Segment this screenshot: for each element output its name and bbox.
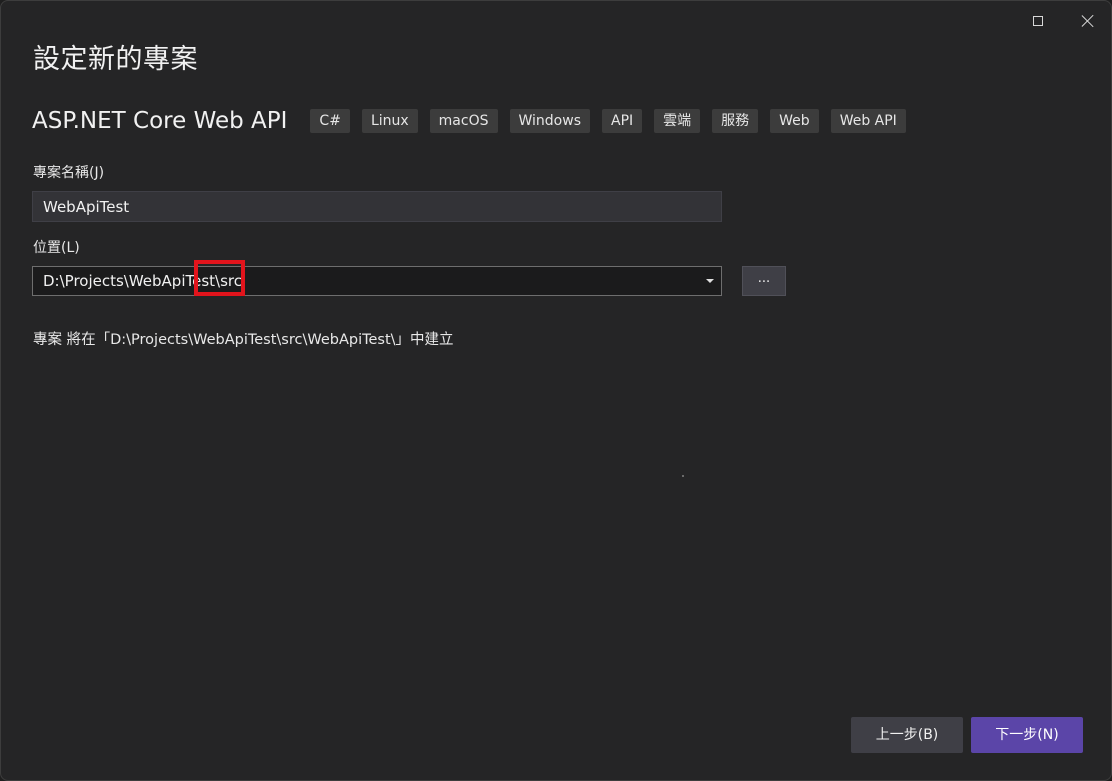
maximize-button[interactable] bbox=[1021, 7, 1055, 35]
tag-web-api: Web API bbox=[830, 109, 906, 133]
tag-cloud: 雲端 bbox=[654, 109, 701, 133]
page-title: 設定新的專案 bbox=[33, 44, 198, 75]
tag-macos: macOS bbox=[429, 109, 498, 133]
back-button[interactable]: 上一步(B) bbox=[851, 717, 963, 753]
tag-api: API bbox=[602, 109, 643, 133]
close-icon bbox=[1081, 14, 1095, 28]
chevron-down-icon[interactable] bbox=[699, 267, 721, 295]
divider-dot bbox=[682, 475, 684, 477]
template-header: ASP.NET Core Web API C# Linux macOS Wind… bbox=[32, 105, 906, 137]
next-button[interactable]: 下一步(N) bbox=[971, 717, 1083, 753]
tag-windows: Windows bbox=[509, 109, 590, 133]
browse-button[interactable]: ... bbox=[742, 266, 786, 296]
location-combobox[interactable] bbox=[32, 266, 722, 296]
tag-linux: Linux bbox=[361, 109, 418, 133]
project-name-input[interactable] bbox=[32, 191, 722, 222]
maximize-icon bbox=[1033, 16, 1043, 26]
creation-path-info: 專案 將在「D:\Projects\WebApiTest\src\WebApiT… bbox=[33, 332, 454, 348]
location-input[interactable] bbox=[33, 267, 699, 295]
tag-csharp: C# bbox=[310, 109, 350, 133]
project-name-label: 專案名稱(J) bbox=[33, 165, 105, 181]
template-name: ASP.NET Core Web API bbox=[32, 108, 288, 134]
close-button[interactable] bbox=[1071, 7, 1105, 35]
dialog-window: 設定新的專案 ASP.NET Core Web API C# Linux mac… bbox=[0, 0, 1112, 781]
template-tags: C# Linux macOS Windows API 雲端 服務 Web Web… bbox=[310, 109, 906, 133]
location-label: 位置(L) bbox=[33, 240, 80, 256]
tag-service: 服務 bbox=[712, 109, 759, 133]
tag-web: Web bbox=[770, 109, 819, 133]
